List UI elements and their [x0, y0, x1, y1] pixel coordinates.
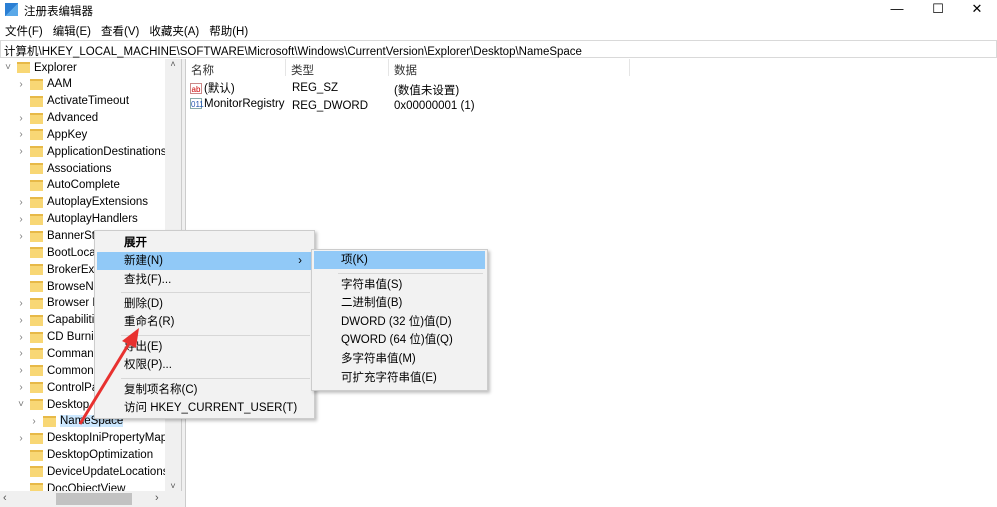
annotation-arrow-icon [78, 328, 139, 425]
